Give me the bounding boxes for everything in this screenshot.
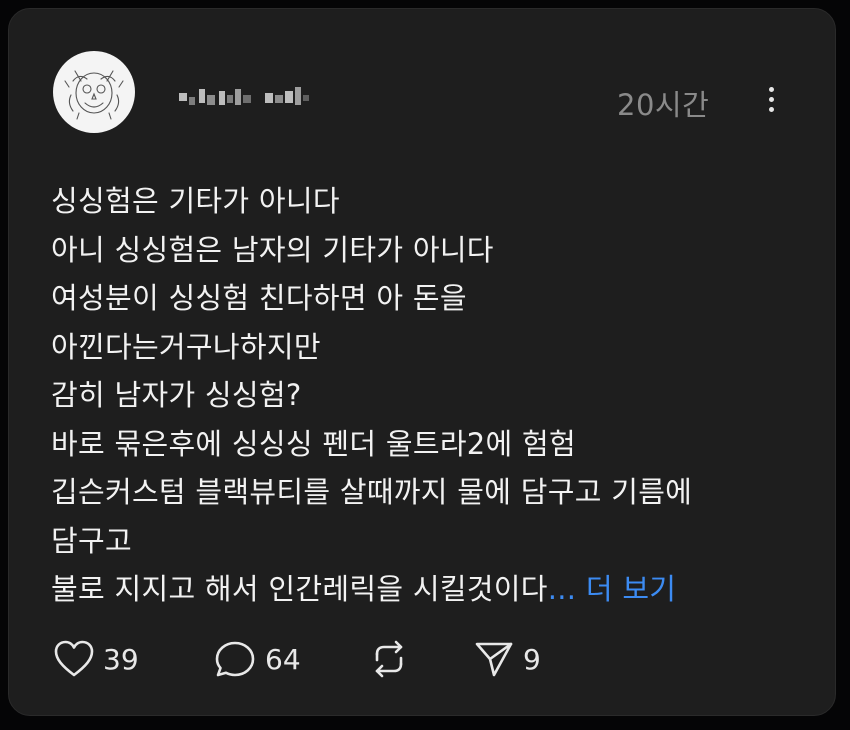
post-text-line: 여성분이 싱싱험 친다하면 아 돈을 (51, 281, 467, 315)
post-text-line: 깁슨커스텀 블랙뷰티를 살때까지 물에 담구고 기름에 (51, 475, 693, 509)
post-text-line: 감히 남자가 싱싱험? (51, 378, 302, 412)
ellipsis: ... (547, 572, 577, 606)
more-options-button[interactable] (759, 79, 783, 119)
post-text-last: 불로 지지고 해서 인간레릭을 시킬것이다 (51, 572, 548, 606)
heart-icon (54, 640, 94, 677)
repost-button[interactable] (367, 637, 411, 681)
comment-button[interactable]: 64 (213, 637, 301, 681)
avatar[interactable] (53, 51, 135, 133)
post-body: 싱싱험은 기타가 아니다 아니 싱싱험은 남자의 기타가 아니다 여성분이 싱싱… (51, 177, 811, 614)
send-icon (475, 642, 513, 677)
post-text-line: 아니 싱싱험은 남자의 기타가 아니다 (51, 232, 494, 267)
like-count: 39 (103, 642, 139, 676)
comment-bubble-icon (215, 641, 255, 677)
post-timestamp: 20시간 (617, 88, 710, 122)
repost-icon (375, 640, 403, 678)
more-vertical-icon (768, 86, 774, 92)
post-text-line-last: 불로 지지고 해서 인간레릭을 시킬것이다... 더 보기 (51, 565, 811, 614)
like-button[interactable]: 39 (53, 637, 139, 681)
username-blurred[interactable] (175, 83, 355, 113)
post-text-line: 바로 묶은후에 싱싱싱 펜더 울트라2에 험험 (51, 426, 577, 461)
share-count: 9 (523, 642, 541, 676)
share-button[interactable]: 9 (473, 637, 541, 681)
comment-count: 64 (265, 642, 301, 676)
post-text-line: 담구고 (51, 523, 132, 558)
post-text-line: 싱싱험은 기타가 아니다 (51, 184, 340, 218)
see-more-link[interactable]: 더 보기 (586, 572, 676, 606)
post-card: 20시간 싱싱험은 기타가 아니다 아니 싱싱험은 남자의 기타가 아니다 여성… (8, 8, 836, 716)
post-text-line: 아낀다는거구나하지만 (51, 329, 321, 364)
owl-sketch-icon (64, 70, 124, 120)
